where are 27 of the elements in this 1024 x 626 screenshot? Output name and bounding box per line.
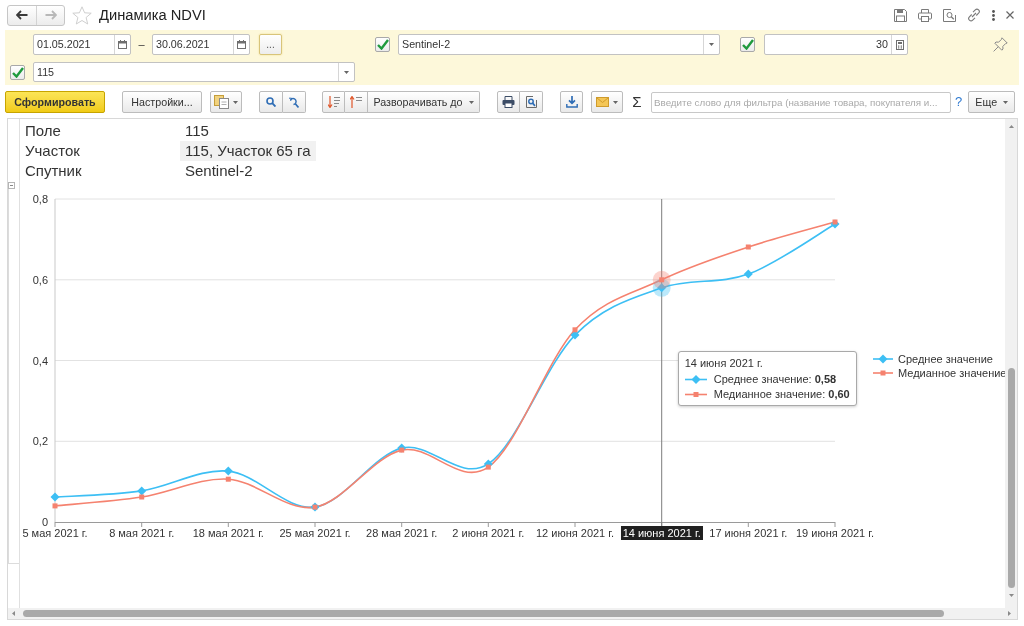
- axis-label: 8 мая 2021 г.: [108, 526, 176, 540]
- report-value: 115, Участок 65 га: [180, 141, 316, 161]
- date-separator: –: [137, 37, 146, 53]
- axis-label: 0: [41, 516, 48, 528]
- window-title: Динамика NDVI: [99, 5, 206, 25]
- axis-label: 14 июня 2021 г.: [620, 526, 703, 540]
- axis-label: 19 июня 2021 г.: [795, 526, 875, 540]
- tooltip-value: Медианное значение: 0,60: [713, 387, 850, 402]
- tooltip-value: Среднее значение: 0,58: [713, 372, 837, 387]
- axis-label: 28 мая 2021 г.: [365, 526, 439, 540]
- report-label: Участок: [24, 141, 81, 161]
- axis-label: 17 июня 2021 г.: [708, 526, 789, 540]
- report-value: 115: [184, 121, 210, 141]
- report-value: Sentinel-2: [184, 161, 254, 181]
- axis-label: 0,2: [32, 435, 48, 448]
- axis-label: 0,8: [32, 193, 48, 205]
- axis-label: 5 мая 2021 г.: [21, 526, 89, 540]
- report-label: Поле: [24, 121, 62, 141]
- axis-label: 0,6: [32, 273, 48, 286]
- axis-label: 0,4: [32, 354, 48, 367]
- axis-label: 2 июня 2021 г.: [451, 526, 526, 540]
- tooltip-title: 14 июня 2021 г.: [684, 356, 764, 371]
- report-label: Спутник: [24, 161, 83, 181]
- axis-label: 18 мая 2021 г.: [191, 526, 265, 540]
- axis-label: 12 июня 2021 г.: [535, 526, 615, 540]
- axis-label: 25 мая 2021 г.: [278, 526, 352, 540]
- legend-label: Среднее значение: [898, 353, 993, 365]
